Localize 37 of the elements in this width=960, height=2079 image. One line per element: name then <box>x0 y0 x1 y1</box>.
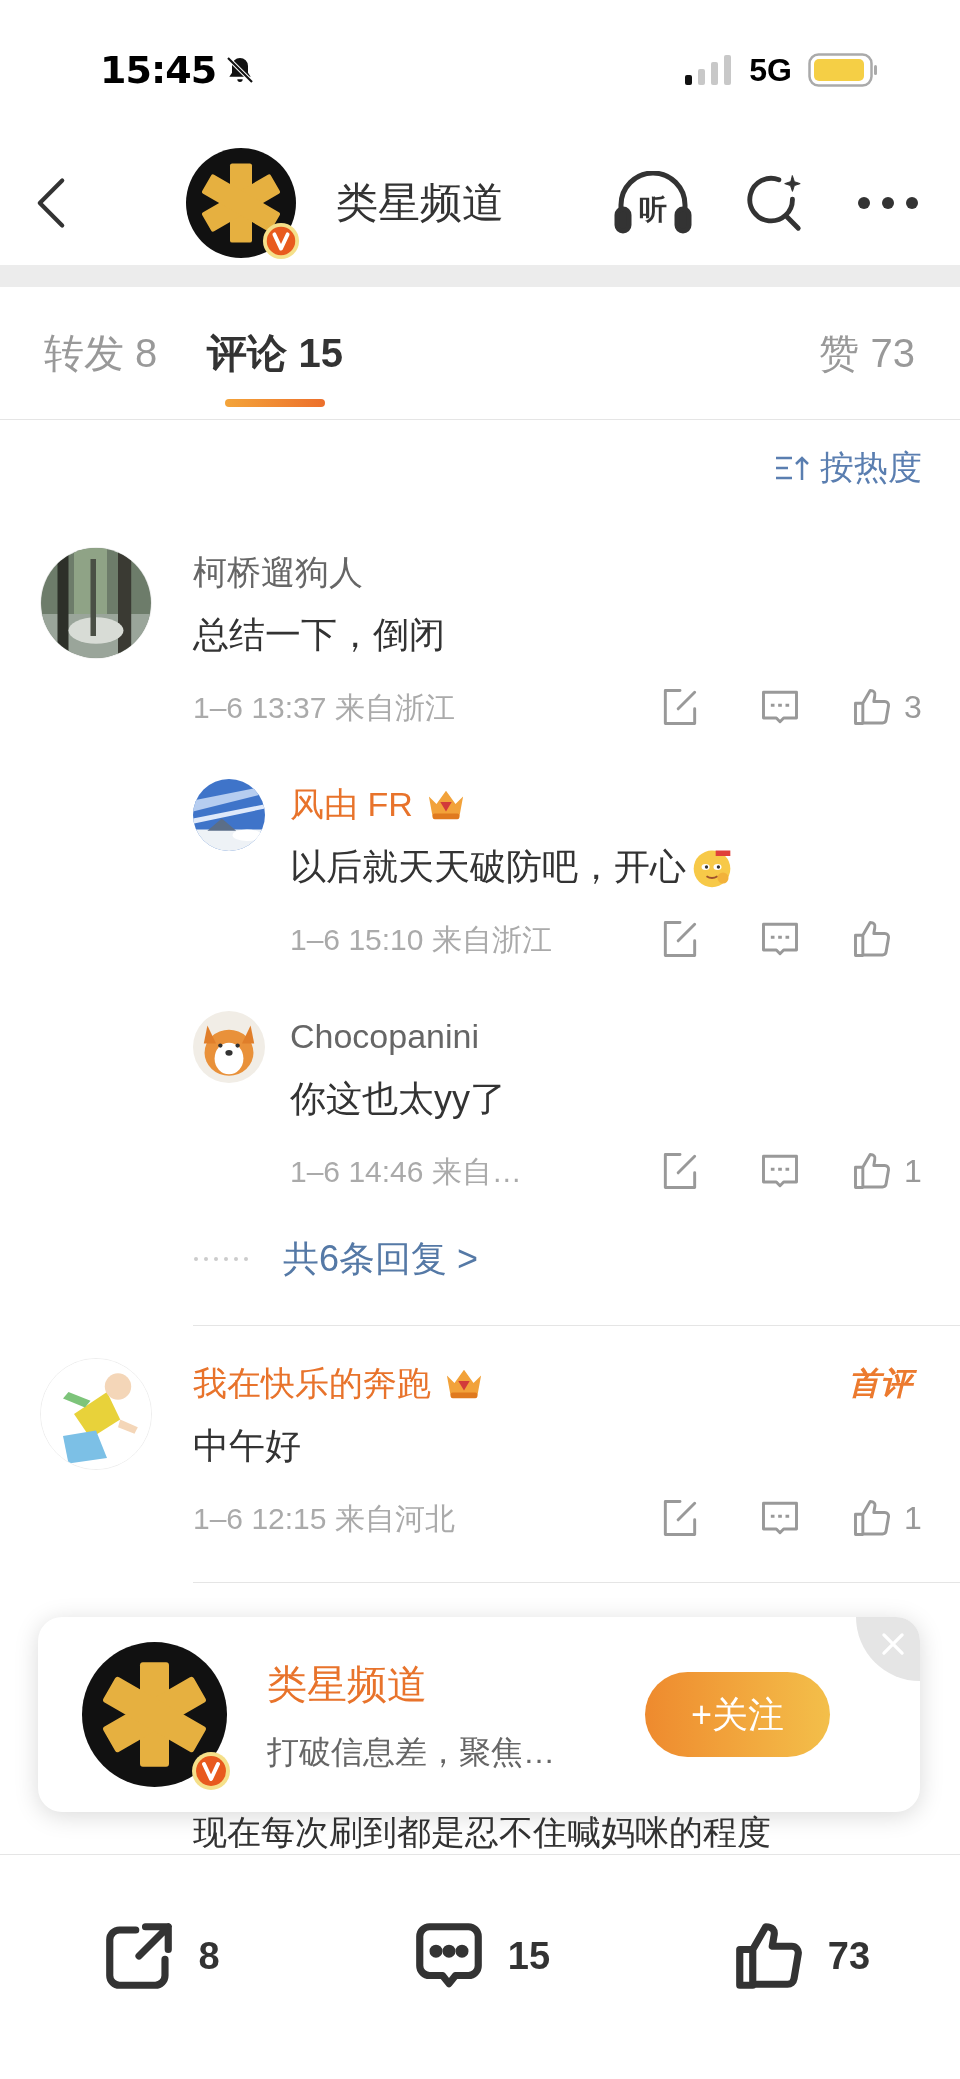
like-count: 1 <box>904 1499 922 1538</box>
comment-author: 柯桥遛狗人 <box>193 551 363 593</box>
status-time: 15:45 <box>100 46 217 94</box>
headphones-icon <box>612 170 694 235</box>
close-icon <box>880 1631 906 1657</box>
popup-channel-name: 类星频道 <box>267 1660 428 1708</box>
bottom-action[interactable]: 15 <box>320 1917 640 1995</box>
first-comment-label: 首评 <box>848 1361 920 1405</box>
comment-author: Chocopanini <box>290 1015 480 1057</box>
comment-author: 风由 FR <box>290 783 413 825</box>
comment-text: 总结一下，倒闭 <box>193 613 446 657</box>
more-icon[interactable] <box>856 194 920 211</box>
verified-icon <box>191 1751 231 1791</box>
battery-icon <box>808 53 878 87</box>
header-title: 类星频道 <box>336 178 504 228</box>
comment-meta: 1–6 12:15 来自河北 <box>193 1500 455 1537</box>
like-count: 1 <box>904 1152 922 1191</box>
comment-meta: 1–6 13:37 来自浙江 <box>193 689 455 726</box>
sort-button[interactable]: 按热度 <box>774 442 922 493</box>
reply-text: 以后就天天破防吧，开心 <box>290 845 686 889</box>
more-replies-link[interactable]: 共6条回复 > <box>283 1232 479 1286</box>
bottom-action[interactable]: 8 <box>0 1917 320 1995</box>
bottom-action[interactable]: 73 <box>640 1917 960 1995</box>
comment-text: 中午好 <box>193 1424 302 1468</box>
comment-meta: 1–6 15:10 来自浙江 <box>290 921 552 958</box>
signal-icon <box>685 55 734 85</box>
reply-text: 你这也太yy了 <box>290 1077 506 1121</box>
listen-button[interactable]: 听 <box>612 170 694 235</box>
tab[interactable]: 评论 15 <box>207 287 343 419</box>
comment-text: 现在每次刷到都是忍不住喊妈咪的程度 <box>192 1812 772 1853</box>
like-count: 3 <box>904 688 922 727</box>
verified-icon <box>262 221 300 260</box>
listen-label: 听 <box>639 192 667 227</box>
network-label: 5G <box>749 51 792 90</box>
popup-description: 打破信息差，聚焦… <box>267 1732 555 1772</box>
comment-author: 我在快乐的奔跑 <box>193 1362 431 1404</box>
comment-meta: 1–6 14:46 来自… <box>290 1153 522 1190</box>
